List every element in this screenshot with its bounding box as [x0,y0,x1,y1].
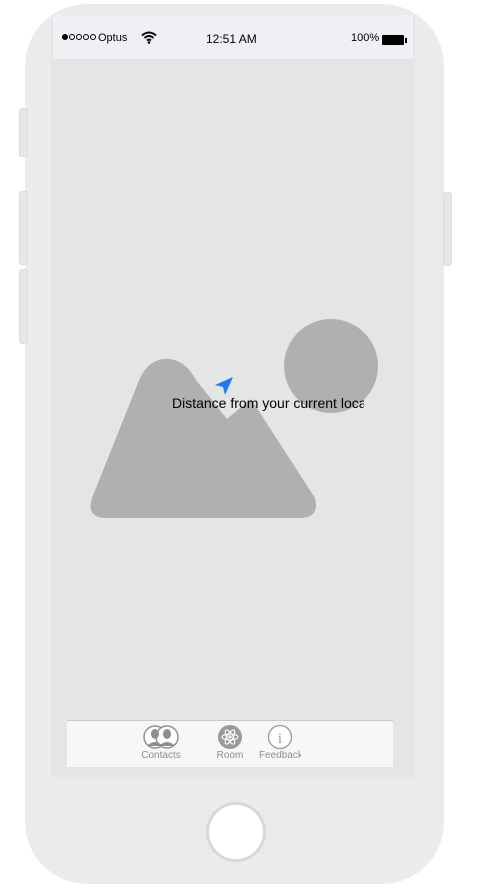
mute-switch [19,108,28,157]
image-placeholder-icon [86,315,381,525]
signal-strength-icon [62,34,96,40]
tab-label: Contacts [141,750,181,761]
tab-bar: Contacts Room i Feedback [67,720,393,767]
tab-feedback[interactable]: i Feedback [259,724,301,766]
battery-icon [382,35,407,45]
atom-icon [202,724,258,750]
distance-label: Distance from your current loca [172,395,364,411]
carrier-name: Optus [98,32,128,44]
tab-label: Room [216,750,244,761]
volume-up-button [19,191,28,265]
volume-down-button [19,269,28,344]
power-button [443,192,452,266]
screen: Optus 12:51 AM 100% Distance from your c… [51,15,415,777]
status-bar: Optus 12:51 AM 100% [53,15,413,59]
tab-room[interactable]: Room [202,724,258,766]
tab-label: Feedback [259,750,301,761]
info-icon: i [259,724,301,750]
contacts-icon [133,724,189,750]
battery-percentage: 100% [351,32,380,44]
svg-text:i: i [278,731,282,747]
tab-contacts[interactable]: Contacts [133,724,189,766]
status-time: 12:51 AM [206,32,257,46]
wifi-icon [141,31,157,47]
home-button[interactable] [206,802,266,862]
